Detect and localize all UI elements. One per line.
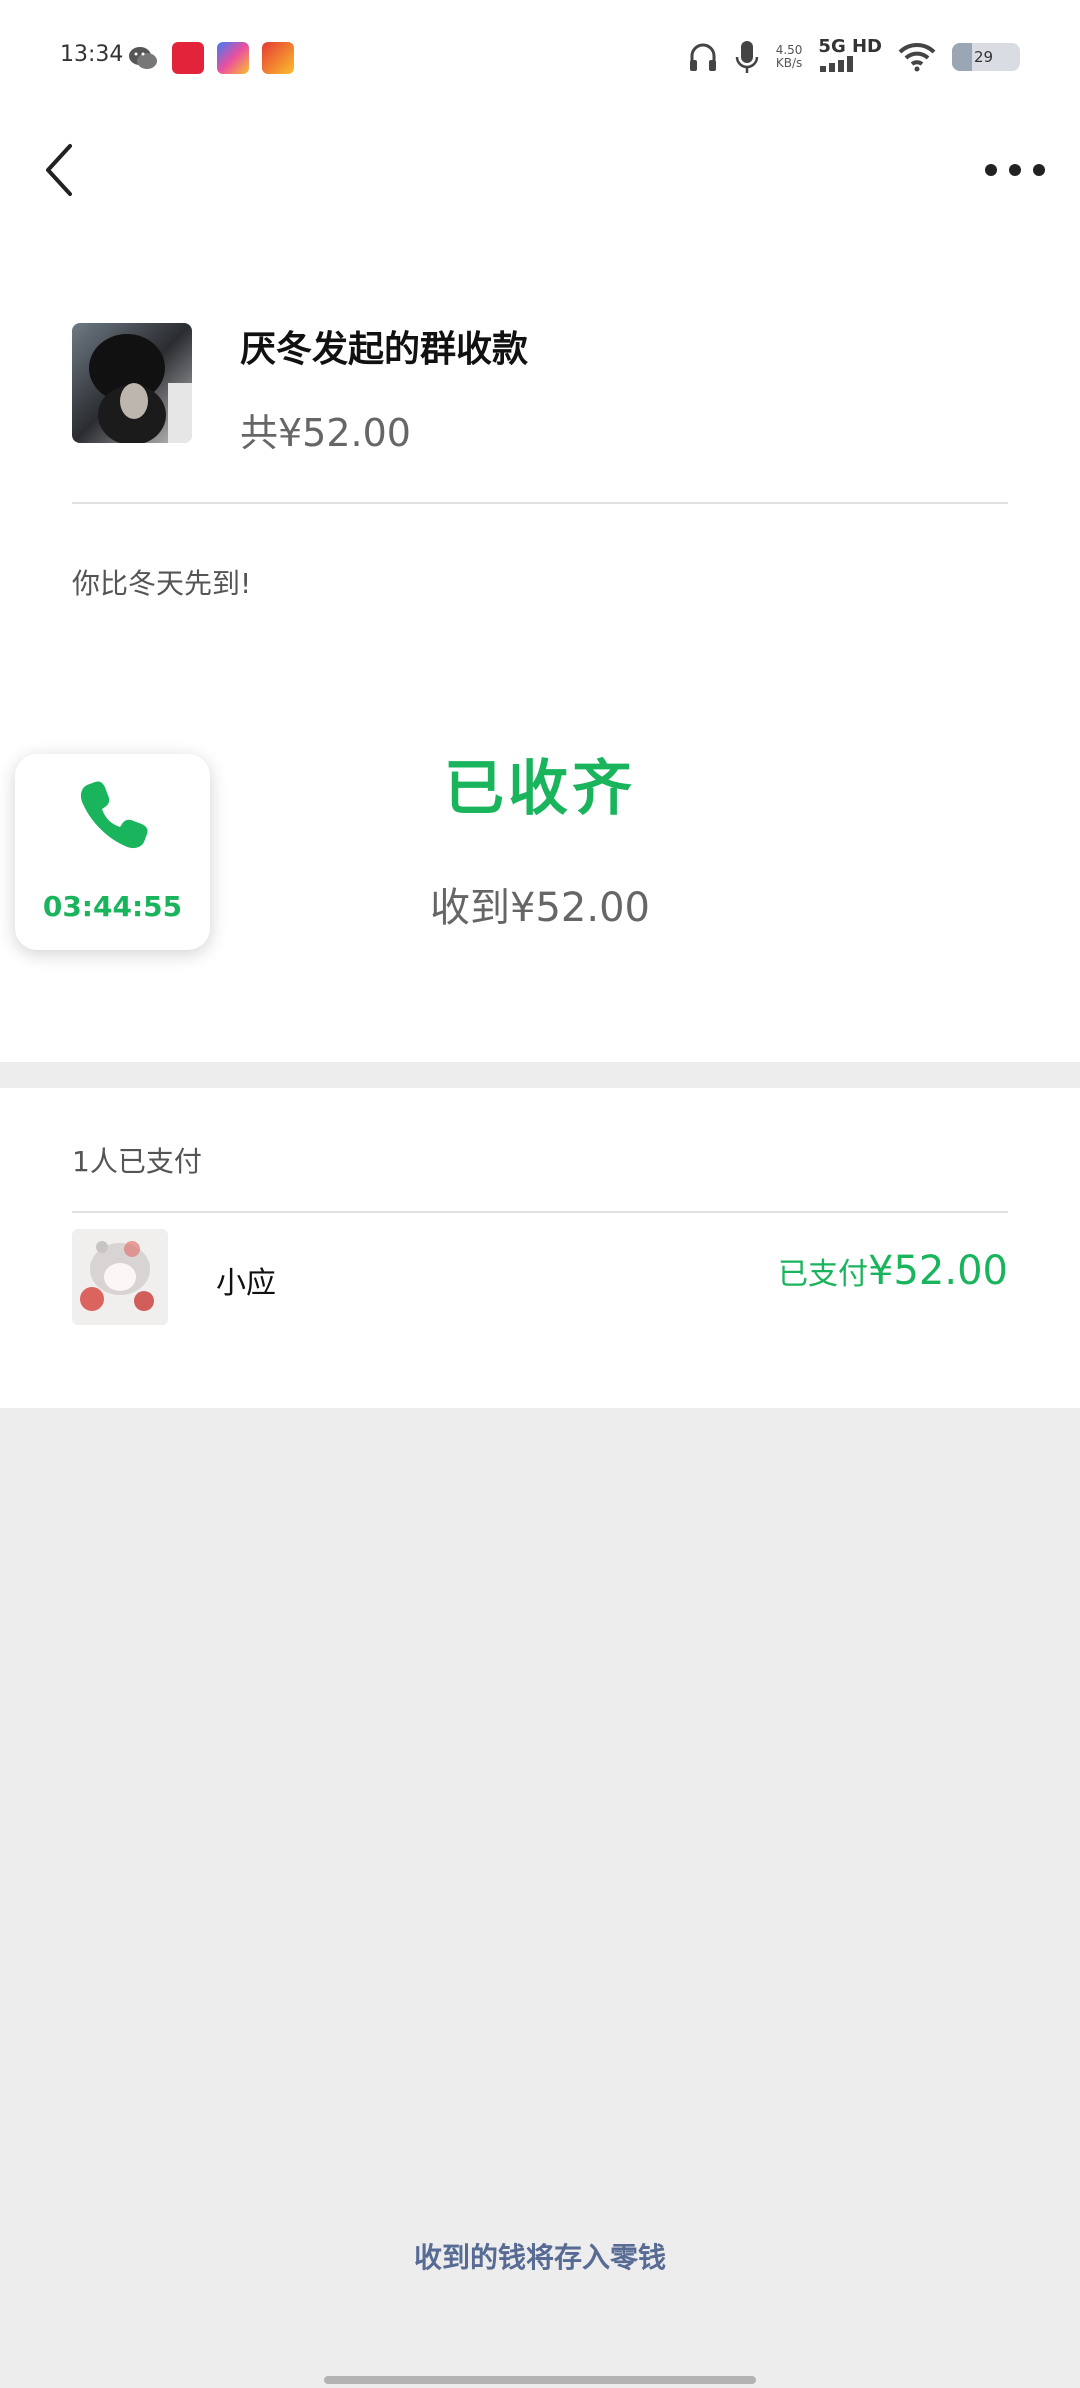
- app-notification-icon: [262, 42, 294, 74]
- battery-level: 29: [974, 48, 994, 66]
- status-bar: 13:34 4.50 KB/s 5G HD 29: [0, 0, 1080, 120]
- collection-note: 你比冬天先到!: [72, 567, 252, 600]
- signal-bars-icon: [820, 56, 854, 72]
- microphone-icon: [735, 41, 758, 73]
- call-duration: 03:44:55: [42, 890, 183, 923]
- battery-indicator: 29: [952, 43, 1020, 71]
- home-indicator[interactable]: [324, 2376, 756, 2384]
- payer-avatar[interactable]: [72, 1229, 168, 1325]
- net-speed: 4.50 KB/s: [776, 44, 803, 70]
- navigation-bar: [0, 120, 1080, 220]
- divider: [72, 502, 1008, 504]
- app-notification-icon: [217, 42, 249, 74]
- battery-fill: [952, 43, 972, 71]
- payer-name: 小应: [216, 1266, 276, 1301]
- paid-amount-value: ¥52.00: [868, 1248, 1008, 1294]
- change-wallet-link[interactable]: 收到的钱将存入零钱: [0, 2236, 1080, 2276]
- chevron-left-icon[interactable]: [40, 138, 84, 202]
- initiator-avatar[interactable]: [72, 323, 192, 443]
- cellular-signal: 5G HD: [818, 38, 882, 76]
- collection-total: 共¥52.00: [240, 411, 411, 455]
- app-notification-icon: [172, 42, 204, 74]
- more-dots-icon[interactable]: [980, 150, 1050, 190]
- paid-status-label: 已支付: [778, 1257, 869, 1292]
- network-type: 5G HD: [818, 36, 882, 57]
- status-icons: 4.50 KB/s 5G HD 29: [688, 38, 1020, 76]
- paid-count: 1人已支付: [72, 1145, 202, 1178]
- status-time: 13:34: [60, 42, 124, 67]
- headphones-icon: [689, 43, 716, 71]
- phone-icon: [80, 781, 148, 849]
- payer-paid-amount: 已支付¥52.00: [778, 1248, 1008, 1294]
- floating-call-widget[interactable]: 03:44:55: [15, 754, 210, 950]
- collection-title: 厌冬发起的群收款: [240, 329, 529, 370]
- wechat-notification-icon: [129, 47, 157, 69]
- wifi-icon: [898, 42, 936, 72]
- payments-section: 1人已支付 小应 已支付¥52.00: [0, 1088, 1080, 1408]
- net-speed-unit: KB/s: [775, 56, 803, 70]
